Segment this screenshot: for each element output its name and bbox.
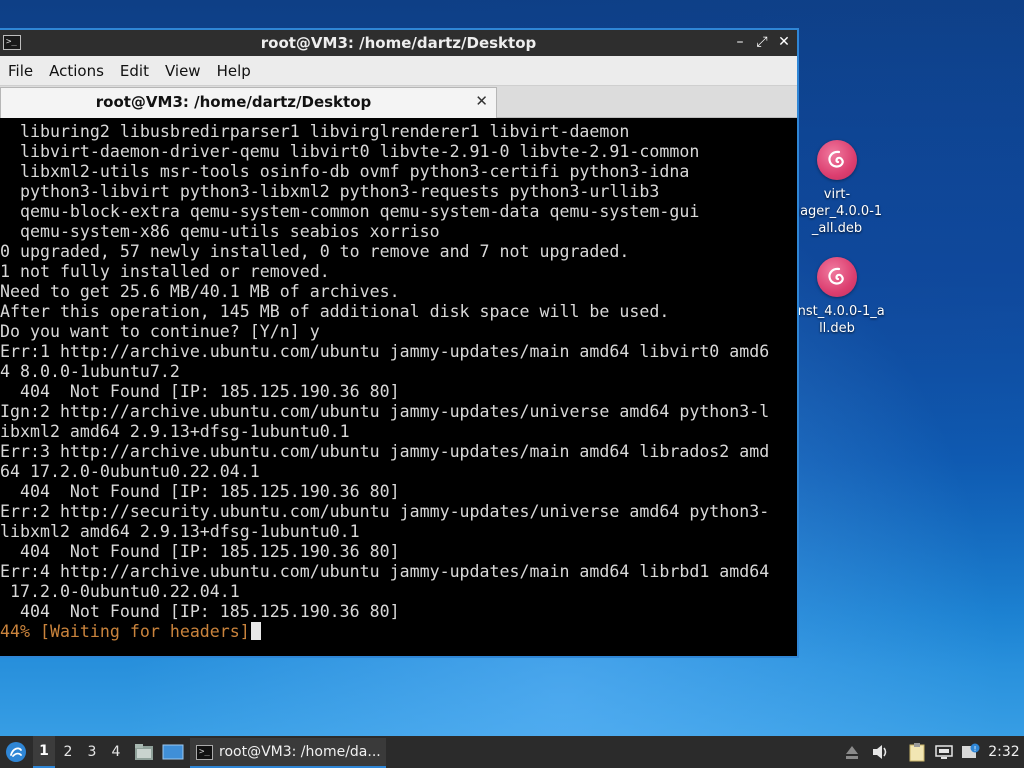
terminal-line: Do you want to continue? [Y/n] y [0, 322, 320, 341]
start-menu-button[interactable] [2, 736, 30, 768]
tab-label: root@VM3: /home/dartz/Desktop [95, 93, 372, 111]
tab-close-icon[interactable]: ✕ [475, 92, 488, 110]
terminal-line: liburing2 libusbredirparser1 libvirglren… [0, 122, 630, 141]
menu-view[interactable]: View [157, 62, 209, 80]
workspace-2[interactable]: 2 [57, 736, 79, 768]
terminal-line: 1 not fully installed or removed. [0, 262, 330, 281]
terminal-line: Err:3 http://archive.ubuntu.com/ubuntu j… [0, 442, 770, 461]
window-titlebar[interactable]: >_ root@VM3: /home/dartz/Desktop – ⤢ ✕ [0, 30, 797, 56]
terminal-line: Err:2 http://security.ubuntu.com/ubuntu … [0, 502, 770, 521]
terminal-line: libxml2-utils msr-tools osinfo-db ovmf p… [0, 162, 690, 181]
menu-actions[interactable]: Actions [41, 62, 112, 80]
desktop-icon-label: virt- nager_4.0.0-1 _all.deb [791, 187, 883, 236]
task-label: root@VM3: /home/da... [219, 744, 381, 760]
menu-edit[interactable]: Edit [112, 62, 157, 80]
lubuntu-logo-icon [6, 742, 26, 762]
workspace-1[interactable]: 1 [33, 736, 55, 768]
menubar: File Actions Edit View Help [0, 56, 797, 86]
debian-package-icon [817, 257, 857, 297]
terminal-line: Err:4 http://archive.ubuntu.com/ubuntu j… [0, 562, 770, 581]
close-icon[interactable]: ✕ [777, 33, 791, 51]
notification-icon[interactable]: ! [959, 736, 981, 768]
terminal-line: libxml2 amd64 2.9.13+dfsg-1ubuntu0.1 [0, 522, 360, 541]
network-icon[interactable] [933, 736, 955, 768]
taskbar-terminal-button[interactable]: >_ root@VM3: /home/da... [190, 738, 386, 768]
eject-icon[interactable] [843, 736, 861, 768]
desktop-icon-virt-manager-deb[interactable]: virt- nager_4.0.0-1 _all.deb [783, 140, 891, 237]
workspace-4[interactable]: 4 [105, 736, 127, 768]
terminal-line: ibxml2 amd64 2.9.13+dfsg-1ubuntu0.1 [0, 422, 350, 441]
workspace-3[interactable]: 3 [81, 736, 103, 768]
terminal-line: 17.2.0-0ubuntu0.22.04.1 [0, 582, 240, 601]
terminal-output[interactable]: liburing2 libusbredirparser1 libvirglren… [0, 118, 797, 656]
terminal-line: 404 Not Found [IP: 185.125.190.36 80] [0, 602, 400, 621]
terminal-line: 0 upgraded, 57 newly installed, 0 to rem… [0, 242, 630, 261]
menu-file[interactable]: File [0, 62, 41, 80]
terminal-line: Need to get 25.6 MB/40.1 MB of archives. [0, 282, 400, 301]
tab-bar: root@VM3: /home/dartz/Desktop ✕ [0, 86, 797, 118]
terminal-line: 404 Not Found [IP: 185.125.190.36 80] [0, 542, 400, 561]
terminal-line: libvirt-daemon-driver-qemu libvirt0 libv… [0, 142, 700, 161]
terminal-line: Ign:2 http://archive.ubuntu.com/ubuntu j… [0, 402, 770, 421]
desktop-icon-virtinst-deb[interactable]: -inst_4.0.0-1_a ll.deb [783, 257, 891, 337]
maximize-icon[interactable]: ⤢ [755, 33, 769, 51]
svg-text:!: ! [974, 745, 977, 753]
terminal-line: python3-libvirt python3-libxml2 python3-… [0, 182, 660, 201]
window-title: root@VM3: /home/dartz/Desktop [260, 34, 537, 52]
taskbar: 1 2 3 4 >_ root@VM3: /home/da... ! 2:32 [0, 736, 1024, 768]
terminal-cursor [250, 622, 261, 640]
volume-icon[interactable] [870, 736, 892, 768]
clock[interactable]: 2:32 [986, 736, 1022, 768]
file-manager-icon[interactable] [133, 736, 155, 768]
debian-package-icon [817, 140, 857, 180]
terminal-line: qemu-block-extra qemu-system-common qemu… [0, 202, 700, 221]
minimize-icon[interactable]: – [733, 33, 747, 51]
terminal-line: Err:1 http://archive.ubuntu.com/ubuntu j… [0, 342, 770, 361]
terminal-line: 4 8.0.0-1ubuntu7.2 [0, 362, 180, 381]
progress-text: 44% [Waiting for headers] [0, 622, 250, 641]
terminal-line: After this operation, 145 MB of addition… [0, 302, 670, 321]
terminal-progress-line: 44% [Waiting for headers] [0, 622, 797, 642]
terminal-line: 404 Not Found [IP: 185.125.190.36 80] [0, 382, 400, 401]
clipboard-icon[interactable] [906, 736, 928, 768]
desktop-icon-label: -inst_4.0.0-1_a ll.deb [789, 304, 885, 336]
tab-terminal[interactable]: root@VM3: /home/dartz/Desktop ✕ [0, 87, 497, 118]
terminal-line: 64 17.2.0-0ubuntu0.22.04.1 [0, 462, 260, 481]
terminal-line: qemu-system-x86 qemu-utils seabios xorri… [0, 222, 440, 241]
menu-help[interactable]: Help [209, 62, 259, 80]
terminal-line: 404 Not Found [IP: 185.125.190.36 80] [0, 482, 400, 501]
terminal-window: >_ root@VM3: /home/dartz/Desktop – ⤢ ✕ F… [0, 28, 799, 658]
show-desktop-icon[interactable] [161, 736, 185, 768]
terminal-app-icon: >_ [196, 744, 213, 760]
